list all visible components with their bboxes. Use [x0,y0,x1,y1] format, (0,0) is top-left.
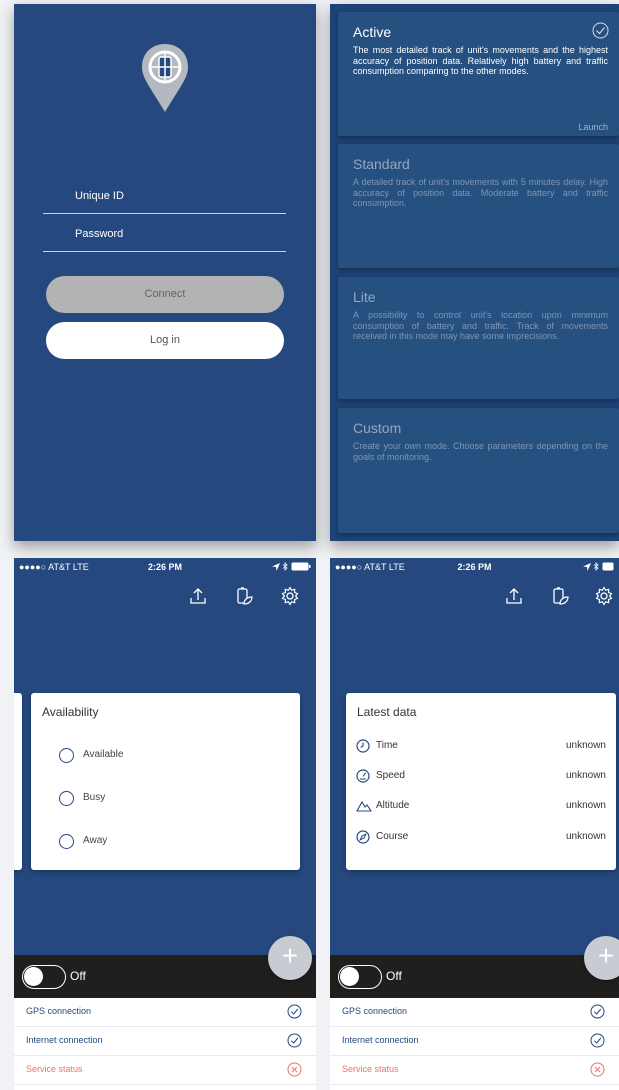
upload-icon[interactable] [188,586,208,606]
mode-card-custom[interactable]: Custom Create your own mode. Choose para… [338,408,619,533]
upload-icon[interactable] [504,586,524,606]
checkmark-circle-icon [592,22,609,39]
tracking-bar: Off [330,955,619,998]
mode-title: Active [353,24,392,40]
gear-icon[interactable] [280,586,300,606]
status-list: GPS connection Internet connection Servi… [330,998,619,1090]
status-row-gps: GPS connection [14,998,316,1027]
modes-screen: Active The most detailed track of unit's… [330,4,619,541]
tracking-toggle[interactable] [338,965,382,989]
mode-description: Create your own mode. Choose parameters … [353,441,608,462]
compass-icon [356,830,370,844]
status-row-internet: Internet connection [330,1027,619,1056]
radio-busy[interactable] [59,791,74,806]
password-placeholder: Password [75,228,124,240]
password-field[interactable]: Password [43,225,286,252]
error-circle-icon [287,1062,302,1077]
latest-data-card: Latest data Time unknown Speed unknown A… [346,693,616,870]
battery-icon [291,562,311,571]
mountain-icon [356,800,372,812]
battery-icon [602,562,614,571]
location-arrow-icon [582,563,591,571]
mode-card-standard[interactable]: Standard A detailed track of unit's move… [338,144,619,268]
check-circle-icon [590,1004,605,1019]
mode-title: Standard [353,156,410,172]
tracking-toggle[interactable] [22,965,66,989]
radio-available[interactable] [59,748,74,763]
status-label: Internet connection [342,1035,419,1045]
row-label: Course [376,831,409,842]
unique-id-placeholder: Unique ID [75,190,124,202]
mode-title: Lite [353,289,376,305]
error-circle-icon [590,1062,605,1077]
availability-screen: ●●●●○ AT&T LTE 2:26 PM Availability Avai… [14,558,316,1090]
location-arrow-icon [271,563,280,571]
status-label: GPS connection [342,1006,408,1016]
battery-leaf-icon[interactable] [234,586,254,606]
row-value: unknown [565,831,606,842]
toggle-knob [340,967,359,986]
status-label: Service status [26,1064,83,1074]
launch-link[interactable]: Launch [578,122,608,132]
toggle-label: Off [386,969,402,983]
clock-label: 2:26 PM [147,562,182,572]
toggle-knob [24,967,43,986]
option-label: Away [83,835,108,846]
previous-card-edge[interactable] [14,693,22,870]
gear-icon[interactable] [594,586,614,606]
status-label: Service status [342,1064,399,1074]
check-circle-icon [590,1033,605,1048]
row-value: unknown [565,800,606,811]
latest-data-screen: ●●●●○ AT&T LTE 2:26 PM Latest data Time … [330,558,619,1090]
row-value: unknown [565,740,606,751]
option-label: Available [83,749,124,760]
bluetooth-icon [594,562,600,571]
add-fab-button[interactable]: + [268,936,312,980]
status-list: GPS connection Internet connection Servi… [14,998,316,1090]
unique-id-field[interactable]: Unique ID [43,187,286,214]
status-label: GPS connection [26,1006,92,1016]
row-label: Altitude [376,800,410,811]
mode-description: A detailed track of unit's movements wit… [353,177,608,208]
status-row-service: Service status [14,1056,316,1085]
status-row-internet: Internet connection [14,1027,316,1056]
check-circle-icon [287,1004,302,1019]
status-right-icons [582,562,614,573]
latest-data-title: Latest data [357,705,417,719]
mode-card-active[interactable]: Active The most detailed track of unit's… [338,12,619,136]
clock-label: 2:26 PM [457,562,492,572]
status-bar: ●●●●○ AT&T LTE 2:26 PM [19,562,311,576]
clock-icon [356,739,370,753]
row-label: Time [376,740,398,751]
speedometer-icon [356,769,370,783]
status-right-icons [271,562,311,573]
login-screen: Unique ID Password Connect Log in [14,4,316,541]
toggle-label: Off [70,969,86,983]
status-row-gps: GPS connection [330,998,619,1027]
availability-title: Availability [42,705,99,719]
mode-description: The most detailed track of unit's moveme… [353,45,608,76]
mode-description: A possibility to control unit's location… [353,310,608,341]
location-pin-logo-icon [142,44,188,112]
check-circle-icon [287,1033,302,1048]
status-label: Internet connection [26,1035,103,1045]
row-label: Speed [376,770,405,781]
mode-title: Custom [353,420,402,436]
battery-leaf-icon[interactable] [550,586,570,606]
status-bar: ●●●●○ AT&T LTE 2:26 PM [335,562,614,576]
login-button[interactable]: Log in [46,322,284,359]
row-value: unknown [565,770,606,781]
status-row-service: Service status [330,1056,619,1085]
availability-card: Availability Available Busy Away [31,693,300,870]
option-label: Busy [83,792,106,803]
radio-away[interactable] [59,834,74,849]
bluetooth-icon [283,562,289,571]
mode-card-lite[interactable]: Lite A possibility to control unit's loc… [338,277,619,399]
connect-button[interactable]: Connect [46,276,284,313]
